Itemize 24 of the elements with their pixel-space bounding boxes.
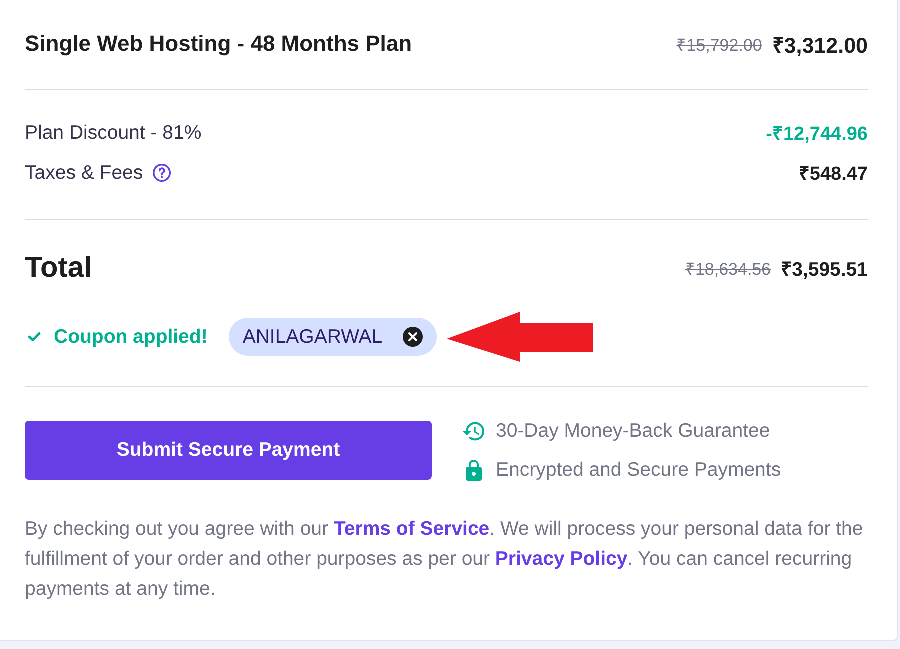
original-price: ₹15,792.00 — [676, 34, 762, 56]
legal-notice: By checking out you agree with our Terms of Service. We will process your personal data for the fulfillment of your order and other purposes as per our Privacy Policy. You can cancel recurring payments at any time. — [25, 517, 864, 602]
charge-amount: -₹12,744.96 — [766, 123, 868, 146]
assurance-text: Encrypted and Secure Payments — [496, 458, 782, 482]
history-icon — [463, 422, 485, 440]
assurance-text: 30-Day Money-Back Guarantee — [496, 420, 770, 442]
check-icon — [28, 332, 41, 342]
plan-price: ₹3,312.00 — [772, 32, 868, 58]
coupon-code: ANILAGARWAL — [242, 326, 383, 348]
coupon-status: Coupon applied! — [54, 326, 208, 348]
charge-label: Plan Discount - 81% — [25, 122, 202, 144]
policy-link[interactable]: Privacy Policy — [495, 548, 628, 570]
submit-payment-button[interactable]: Submit Secure Payment — [25, 421, 432, 480]
plan-name: Single Web Hosting - 48 Months Plan — [25, 31, 412, 57]
original-total: ₹18,634.56 — [685, 258, 772, 280]
policy-link[interactable]: Terms of Service — [334, 518, 490, 540]
lock-icon — [466, 460, 482, 480]
left-arrow-icon — [446, 312, 593, 362]
total-price: ₹3,595.51 — [781, 258, 868, 282]
charge-label: Taxes & Fees — [25, 162, 144, 184]
charge-amount: ₹548.47 — [798, 163, 868, 186]
close-icon[interactable] — [402, 327, 423, 347]
help-icon[interactable] — [153, 164, 172, 182]
total-label: Total — [25, 252, 92, 284]
